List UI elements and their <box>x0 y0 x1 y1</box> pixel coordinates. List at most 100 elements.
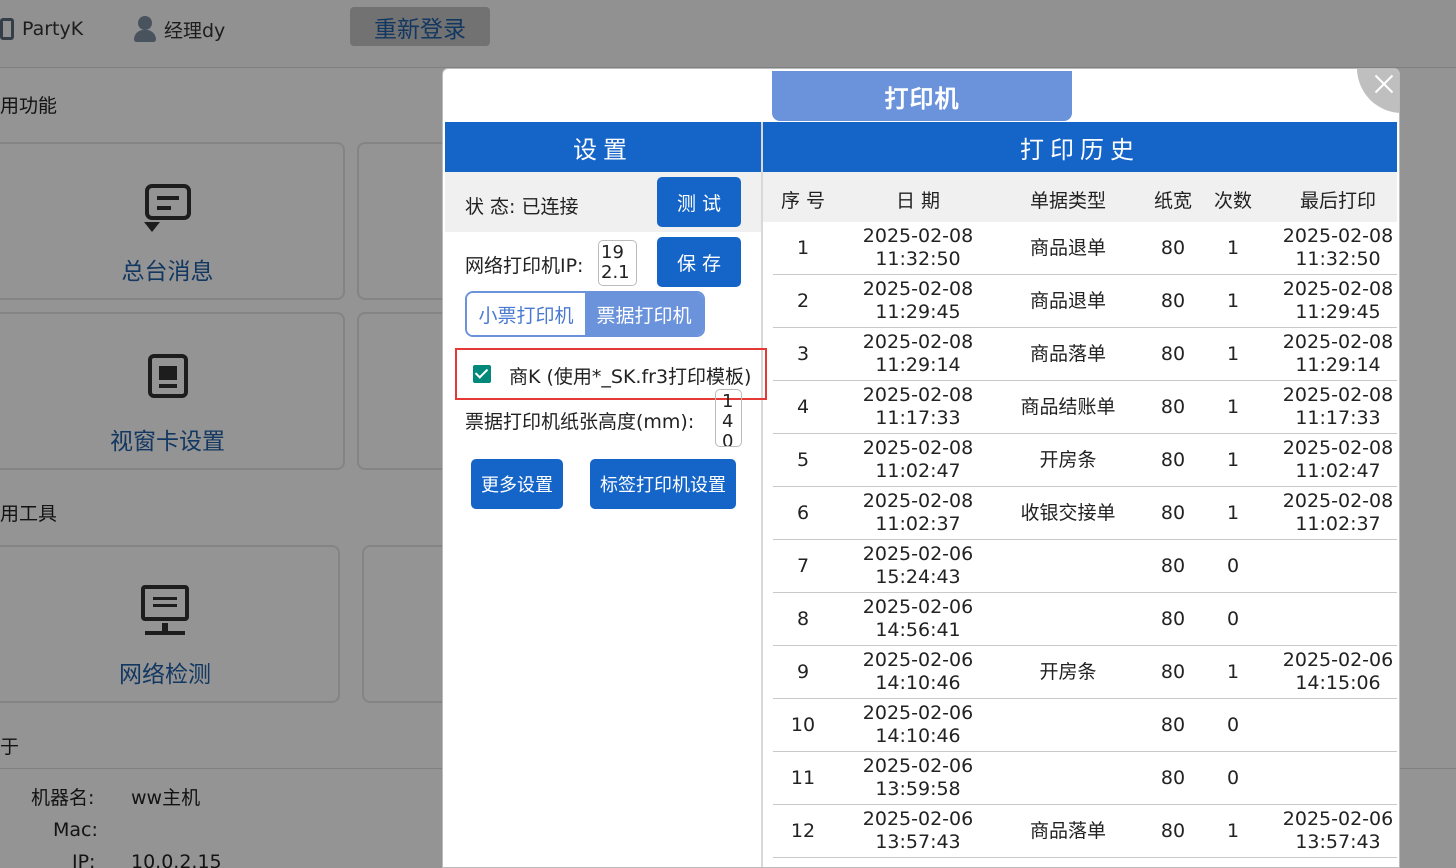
cell-width: 80 <box>1160 448 1186 471</box>
cell-width: 80 <box>1160 342 1186 365</box>
cell-no: 12 <box>790 819 816 842</box>
cell-date: 2025-02-06 14:10:46 <box>862 649 974 694</box>
cell-last-print <box>1268 540 1399 592</box>
cell-no: 2 <box>796 289 810 312</box>
cell-width: 80 <box>1160 395 1186 418</box>
table-row[interactable]: 9 2025-02-06 14:10:46 开房条 80 1 2025-02-06… <box>773 646 1397 699</box>
tab-receipt-printer[interactable]: 小票打印机 <box>467 293 585 335</box>
paper-height-input[interactable]: 140 <box>715 389 742 447</box>
cell-last-print <box>1268 752 1399 804</box>
cell-type: 商品落单 <box>1029 342 1106 365</box>
cell-date: 2025-02-08 11:02:47 <box>862 437 974 482</box>
cell-date: 2025-02-06 14:10:46 <box>862 702 974 747</box>
cell-type: 商品落单 <box>1029 819 1106 842</box>
cell-width: 80 <box>1160 766 1186 789</box>
cell-last-print: 2025-02-06 14:15:06 <box>1282 649 1394 694</box>
table-row[interactable]: 3 2025-02-08 11:29:14 商品落单 80 1 2025-02-0… <box>773 328 1397 381</box>
cell-date: 2025-02-08 11:17:33 <box>862 384 974 429</box>
cell-last-print: 2025-02-08 11:02:47 <box>1282 437 1394 482</box>
cell-width: 80 <box>1160 236 1186 259</box>
dialog-title: 打印机 <box>772 71 1072 121</box>
cell-count: 0 <box>1226 607 1240 630</box>
cell-count: 0 <box>1226 713 1240 736</box>
table-row[interactable]: 7 2025-02-06 15:24:43 80 0 <box>773 540 1397 593</box>
save-button[interactable]: 保 存 <box>657 237 741 287</box>
cell-type <box>998 699 1138 751</box>
column-header-width: 纸宽 <box>1153 190 1192 212</box>
cell-width: 80 <box>1160 554 1186 577</box>
cell-type: 商品结账单 <box>1020 395 1116 418</box>
cell-no: 4 <box>796 395 810 418</box>
cell-count: 1 <box>1226 660 1240 683</box>
tab-bill-printer[interactable]: 票据打印机 <box>585 293 703 335</box>
cell-count: 1 <box>1226 395 1240 418</box>
column-header-date: 日 期 <box>895 190 941 212</box>
template-checkbox-label: 商K (使用*_SK.fr3打印模板) <box>509 366 752 388</box>
status-text: 状 态: 已连接 <box>465 196 579 218</box>
cell-count: 1 <box>1226 501 1240 524</box>
table-row[interactable]: 10 2025-02-06 14:10:46 80 0 <box>773 699 1397 752</box>
test-button[interactable]: 测 试 <box>657 177 741 227</box>
table-row[interactable]: 12 2025-02-06 13:57:43 商品落单 80 1 2025-02-… <box>773 805 1397 858</box>
cell-type <box>998 593 1138 645</box>
cell-date: 2025-02-08 11:02:37 <box>862 490 974 535</box>
cell-no: 6 <box>796 501 810 524</box>
settings-header: 设置 <box>445 122 761 172</box>
cell-last-print: 2025-02-08 11:02:37 <box>1282 490 1394 535</box>
printer-ip-input[interactable]: 192.168. <box>598 240 637 286</box>
cell-no: 10 <box>790 713 816 736</box>
cell-count: 1 <box>1226 236 1240 259</box>
cell-type: 开房条 <box>1039 448 1097 471</box>
table-row[interactable]: 1 2025-02-08 11:32:50 商品退单 80 1 2025-02-0… <box>773 222 1397 275</box>
more-settings-button[interactable]: 更多设置 <box>471 459 563 509</box>
cell-type: 商品退单 <box>1029 289 1106 312</box>
history-table-header: 序 号 日 期 单据类型 纸宽 次数 最后打印 <box>763 172 1397 222</box>
cell-count: 1 <box>1226 342 1240 365</box>
cell-count: 0 <box>1226 766 1240 789</box>
table-row[interactable]: 5 2025-02-08 11:02:47 开房条 80 1 2025-02-08… <box>773 434 1397 487</box>
paper-height-label: 票据打印机纸张高度(mm): <box>465 411 695 433</box>
cell-type <box>998 540 1138 592</box>
column-header-type: 单据类型 <box>1029 190 1106 212</box>
history-table-body: 1 2025-02-08 11:32:50 商品退单 80 1 2025-02-0… <box>773 222 1397 858</box>
cell-no: 8 <box>796 607 810 630</box>
cell-count: 0 <box>1226 554 1240 577</box>
cell-date: 2025-02-08 11:29:45 <box>862 278 974 323</box>
cell-count: 1 <box>1226 289 1240 312</box>
cell-last-print <box>1268 593 1399 645</box>
table-row[interactable]: 4 2025-02-08 11:17:33 商品结账单 80 1 2025-02-… <box>773 381 1397 434</box>
cell-no: 5 <box>796 448 810 471</box>
cell-no: 11 <box>790 766 816 789</box>
label-printer-settings-button[interactable]: 标签打印机设置 <box>590 459 736 509</box>
cell-date: 2025-02-06 15:24:43 <box>862 543 974 588</box>
cell-no: 1 <box>796 236 810 259</box>
cell-date: 2025-02-06 13:59:58 <box>862 755 974 800</box>
table-row[interactable]: 2 2025-02-08 11:29:45 商品退单 80 1 2025-02-0… <box>773 275 1397 328</box>
template-checkbox[interactable] <box>473 365 491 383</box>
cell-width: 80 <box>1160 501 1186 524</box>
close-icon <box>1373 73 1395 95</box>
cell-last-print: 2025-02-06 13:57:43 <box>1282 808 1394 853</box>
printer-dialog: 打印机 设置 状 态: 已连接 测 试 网络打印机IP: 192.168. 保 … <box>442 68 1400 868</box>
cell-width: 80 <box>1160 289 1186 312</box>
cell-last-print: 2025-02-08 11:29:14 <box>1282 331 1394 376</box>
cell-count: 1 <box>1226 819 1240 842</box>
printer-type-toggle: 小票打印机 票据打印机 <box>465 291 705 337</box>
cell-count: 1 <box>1226 448 1240 471</box>
cell-width: 80 <box>1160 819 1186 842</box>
column-header-no: 序 号 <box>780 190 826 212</box>
table-row[interactable]: 6 2025-02-08 11:02:37 收银交接单 80 1 2025-02-… <box>773 487 1397 540</box>
table-row[interactable]: 8 2025-02-06 14:56:41 80 0 <box>773 593 1397 646</box>
column-header-last-print: 最后打印 <box>1299 190 1376 212</box>
cell-last-print: 2025-02-08 11:29:45 <box>1282 278 1394 323</box>
cell-date: 2025-02-08 11:29:14 <box>862 331 974 376</box>
cell-no: 9 <box>796 660 810 683</box>
cell-date: 2025-02-06 14:56:41 <box>862 596 974 641</box>
cell-width: 80 <box>1160 660 1186 683</box>
cell-last-print <box>1268 699 1399 751</box>
cell-no: 7 <box>796 554 810 577</box>
table-row[interactable]: 11 2025-02-06 13:59:58 80 0 <box>773 752 1397 805</box>
cell-width: 80 <box>1160 713 1186 736</box>
cell-width: 80 <box>1160 607 1186 630</box>
cell-type: 开房条 <box>1039 660 1097 683</box>
